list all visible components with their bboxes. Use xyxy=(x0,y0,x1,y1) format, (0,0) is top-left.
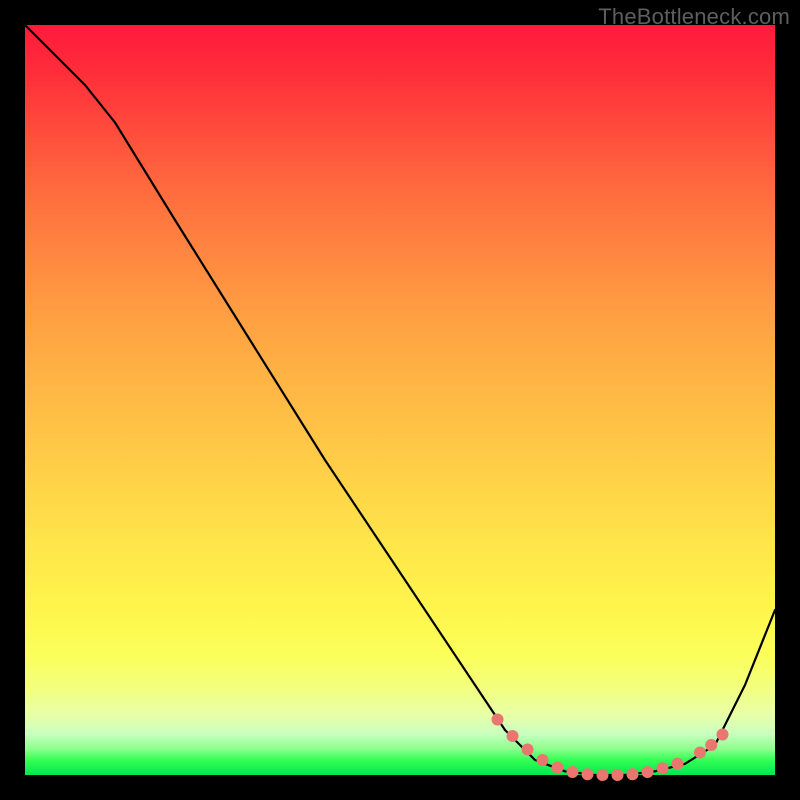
highlight-marker xyxy=(567,766,579,778)
highlight-marker xyxy=(537,754,549,766)
highlight-marker xyxy=(492,714,504,726)
bottleneck-curve xyxy=(25,25,775,775)
chart-plot-area xyxy=(25,25,775,775)
highlight-marker xyxy=(657,762,669,774)
chart-svg xyxy=(25,25,775,775)
watermark-text: TheBottleneck.com xyxy=(598,4,790,30)
highlight-marker xyxy=(705,739,717,751)
highlight-marker xyxy=(672,758,684,770)
highlight-marker xyxy=(597,769,609,781)
highlight-marker xyxy=(694,747,706,759)
highlight-marker-group xyxy=(492,714,729,782)
highlight-marker xyxy=(612,769,624,781)
highlight-marker xyxy=(582,768,594,780)
highlight-marker xyxy=(507,730,519,742)
chart-frame: TheBottleneck.com xyxy=(0,0,800,800)
highlight-marker xyxy=(522,744,534,756)
highlight-marker xyxy=(552,762,564,774)
highlight-marker xyxy=(627,768,639,780)
highlight-marker xyxy=(642,766,654,778)
highlight-marker xyxy=(717,729,729,741)
